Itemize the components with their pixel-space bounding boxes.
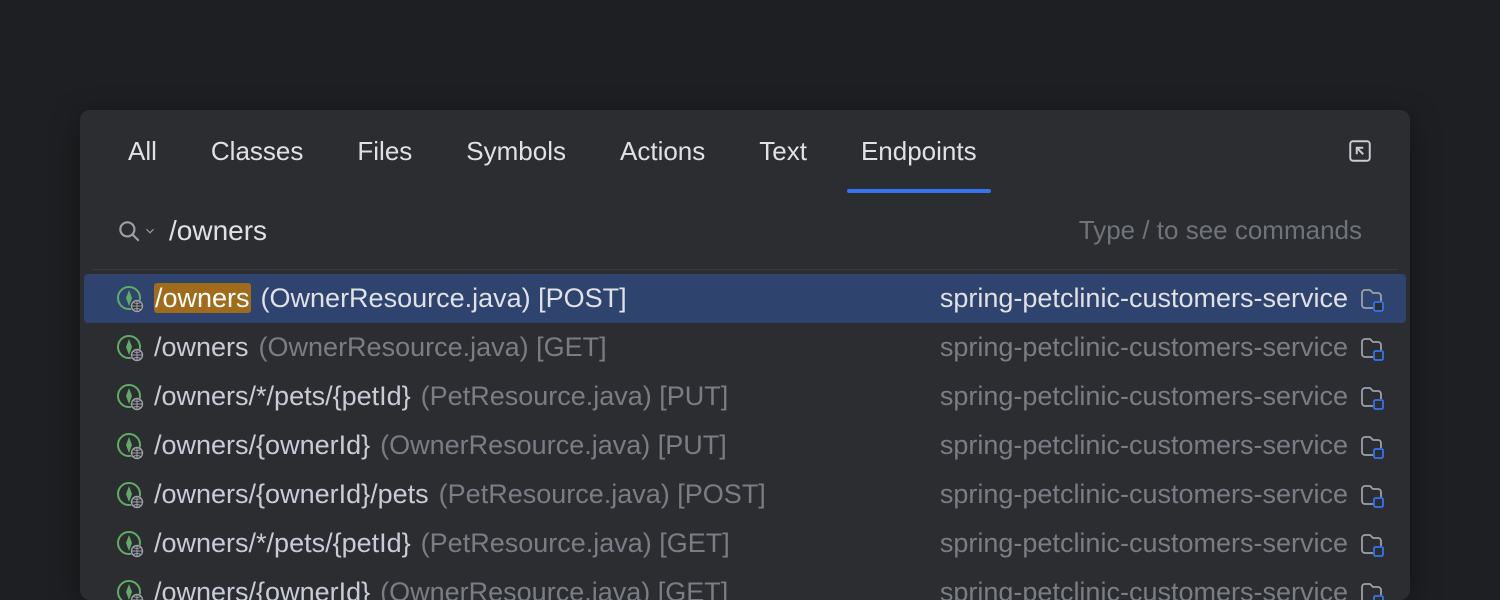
results-list: /owners (OwnerResource.java) [POST] spring… bbox=[80, 270, 1410, 600]
search-everywhere-popup: All Classes Files Symbols Actions Text Endpoin… bbox=[80, 110, 1410, 600]
open-in-window-icon bbox=[1347, 138, 1373, 164]
tab-bar: All Classes Files Symbols Actions Text Endpoin… bbox=[80, 110, 1410, 192]
endpoint-path: /owners bbox=[154, 283, 251, 314]
endpoint-path: /owners/{ownerId} bbox=[154, 430, 370, 461]
search-row: Type / to see commands bbox=[92, 192, 1398, 270]
match-highlight: /owners bbox=[154, 283, 251, 313]
result-location: spring-petclinic-customers-service bbox=[940, 381, 1386, 412]
module-icon bbox=[1356, 480, 1386, 510]
result-location: spring-petclinic-customers-service bbox=[940, 528, 1386, 559]
result-label: /owners/*/pets/{petId} (PetResource.java)… bbox=[154, 528, 940, 559]
search-hint: Type / to see commands bbox=[1079, 215, 1362, 246]
result-location: spring-petclinic-customers-service bbox=[940, 283, 1386, 314]
tab-endpoints[interactable]: Endpoints bbox=[861, 110, 977, 192]
result-row[interactable]: /owners/{ownerId}/pets (PetResource.java)… bbox=[84, 470, 1406, 519]
endpoint-path: /owners bbox=[154, 332, 249, 363]
result-meta: (OwnerResource.java) [GET] bbox=[259, 332, 607, 363]
result-row[interactable]: /owners (OwnerResource.java) [POST] spring… bbox=[84, 274, 1406, 323]
result-label: /owners/{ownerId} (OwnerResource.java) [P… bbox=[154, 430, 940, 461]
result-row[interactable]: /owners/*/pets/{petId} (PetResource.java)… bbox=[84, 372, 1406, 421]
result-label: /owners/*/pets/{petId} (PetResource.java)… bbox=[154, 381, 940, 412]
open-in-tool-window-button[interactable] bbox=[1346, 137, 1374, 165]
tab-text[interactable]: Text bbox=[759, 110, 807, 192]
result-label: /owners (OwnerResource.java) [GET] bbox=[154, 332, 940, 363]
module-icon bbox=[1356, 431, 1386, 461]
endpoint-icon bbox=[116, 481, 144, 509]
tab-symbols[interactable]: Symbols bbox=[466, 110, 566, 192]
module-icon bbox=[1356, 578, 1386, 600]
result-location: spring-petclinic-customers-service bbox=[940, 332, 1386, 363]
endpoint-path: /owners/*/pets/{petId} bbox=[154, 381, 411, 412]
endpoint-icon bbox=[116, 579, 144, 600]
chevron-down-icon bbox=[143, 224, 157, 238]
result-label: /owners/{ownerId}/pets (PetResource.java)… bbox=[154, 479, 940, 510]
result-meta: (OwnerResource.java) [POST] bbox=[261, 283, 627, 314]
search-icon bbox=[116, 218, 157, 244]
result-row[interactable]: /owners/{ownerId} (OwnerResource.java) [G… bbox=[84, 568, 1406, 600]
result-location: spring-petclinic-customers-service bbox=[940, 479, 1386, 510]
result-meta: (OwnerResource.java) [PUT] bbox=[380, 430, 727, 461]
result-location: spring-petclinic-customers-service bbox=[940, 577, 1386, 600]
module-icon bbox=[1356, 333, 1386, 363]
search-input[interactable] bbox=[169, 215, 1079, 247]
result-location: spring-petclinic-customers-service bbox=[940, 430, 1386, 461]
tab-classes[interactable]: Classes bbox=[211, 110, 303, 192]
module-icon bbox=[1356, 284, 1386, 314]
tab-files[interactable]: Files bbox=[357, 110, 412, 192]
tab-all[interactable]: All bbox=[128, 110, 157, 192]
endpoint-path: /owners/*/pets/{petId} bbox=[154, 528, 411, 559]
module-icon bbox=[1356, 382, 1386, 412]
result-meta: (OwnerResource.java) [GET] bbox=[380, 577, 728, 600]
result-meta: (PetResource.java) [GET] bbox=[421, 528, 730, 559]
result-row[interactable]: /owners (OwnerResource.java) [GET] spring-… bbox=[84, 323, 1406, 372]
endpoint-path: /owners/{ownerId} bbox=[154, 577, 370, 600]
endpoint-icon bbox=[116, 530, 144, 558]
tab-actions[interactable]: Actions bbox=[620, 110, 705, 192]
endpoint-icon bbox=[116, 285, 144, 313]
result-label: /owners (OwnerResource.java) [POST] bbox=[154, 283, 940, 314]
result-row[interactable]: /owners/{ownerId} (OwnerResource.java) [P… bbox=[84, 421, 1406, 470]
module-icon bbox=[1356, 529, 1386, 559]
result-meta: (PetResource.java) [PUT] bbox=[421, 381, 729, 412]
endpoint-icon bbox=[116, 383, 144, 411]
endpoint-path: /owners/{ownerId}/pets bbox=[154, 479, 429, 510]
result-meta: (PetResource.java) [POST] bbox=[439, 479, 766, 510]
result-label: /owners/{ownerId} (OwnerResource.java) [G… bbox=[154, 577, 940, 600]
endpoint-icon bbox=[116, 432, 144, 460]
result-row[interactable]: /owners/*/pets/{petId} (PetResource.java)… bbox=[84, 519, 1406, 568]
endpoint-icon bbox=[116, 334, 144, 362]
